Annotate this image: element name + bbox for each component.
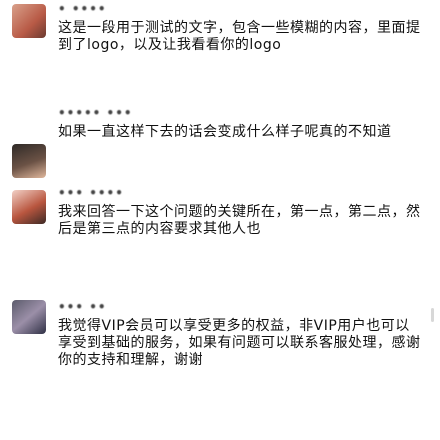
- avatar[interactable]: [12, 144, 46, 178]
- avatar[interactable]: [12, 300, 46, 334]
- more-indicator-icon[interactable]: [431, 308, 434, 322]
- comment-feed: • •••• 这是一段用于测试的文字，包含一些模糊的内容，里面提到了logo，以…: [0, 0, 440, 440]
- comment-text: 如果一直这样下去的话会变成什么样子呢真的不知道: [58, 124, 392, 140]
- avatar[interactable]: [12, 190, 46, 224]
- commenter-name[interactable]: ••••• •••: [58, 106, 422, 120]
- avatar[interactable]: [12, 4, 46, 38]
- comment-text: 我觉得VIP会员可以享受更多的权益，非VIP用户也可以享受到基础的服务，如果有问…: [58, 318, 421, 368]
- commenter-name[interactable]: ••• ••••: [58, 186, 422, 200]
- commenter-name[interactable]: • ••••: [58, 2, 422, 16]
- comment-text: 这是一段用于测试的文字，包含一些模糊的内容，里面提到了logo，以及让我看看你的…: [58, 20, 421, 53]
- comment-text: 我来回答一下这个问题的关键所在，第一点，第二点，然后是第三点的内容要求其他人也: [58, 204, 421, 237]
- commenter-name[interactable]: ••• ••: [58, 300, 422, 314]
